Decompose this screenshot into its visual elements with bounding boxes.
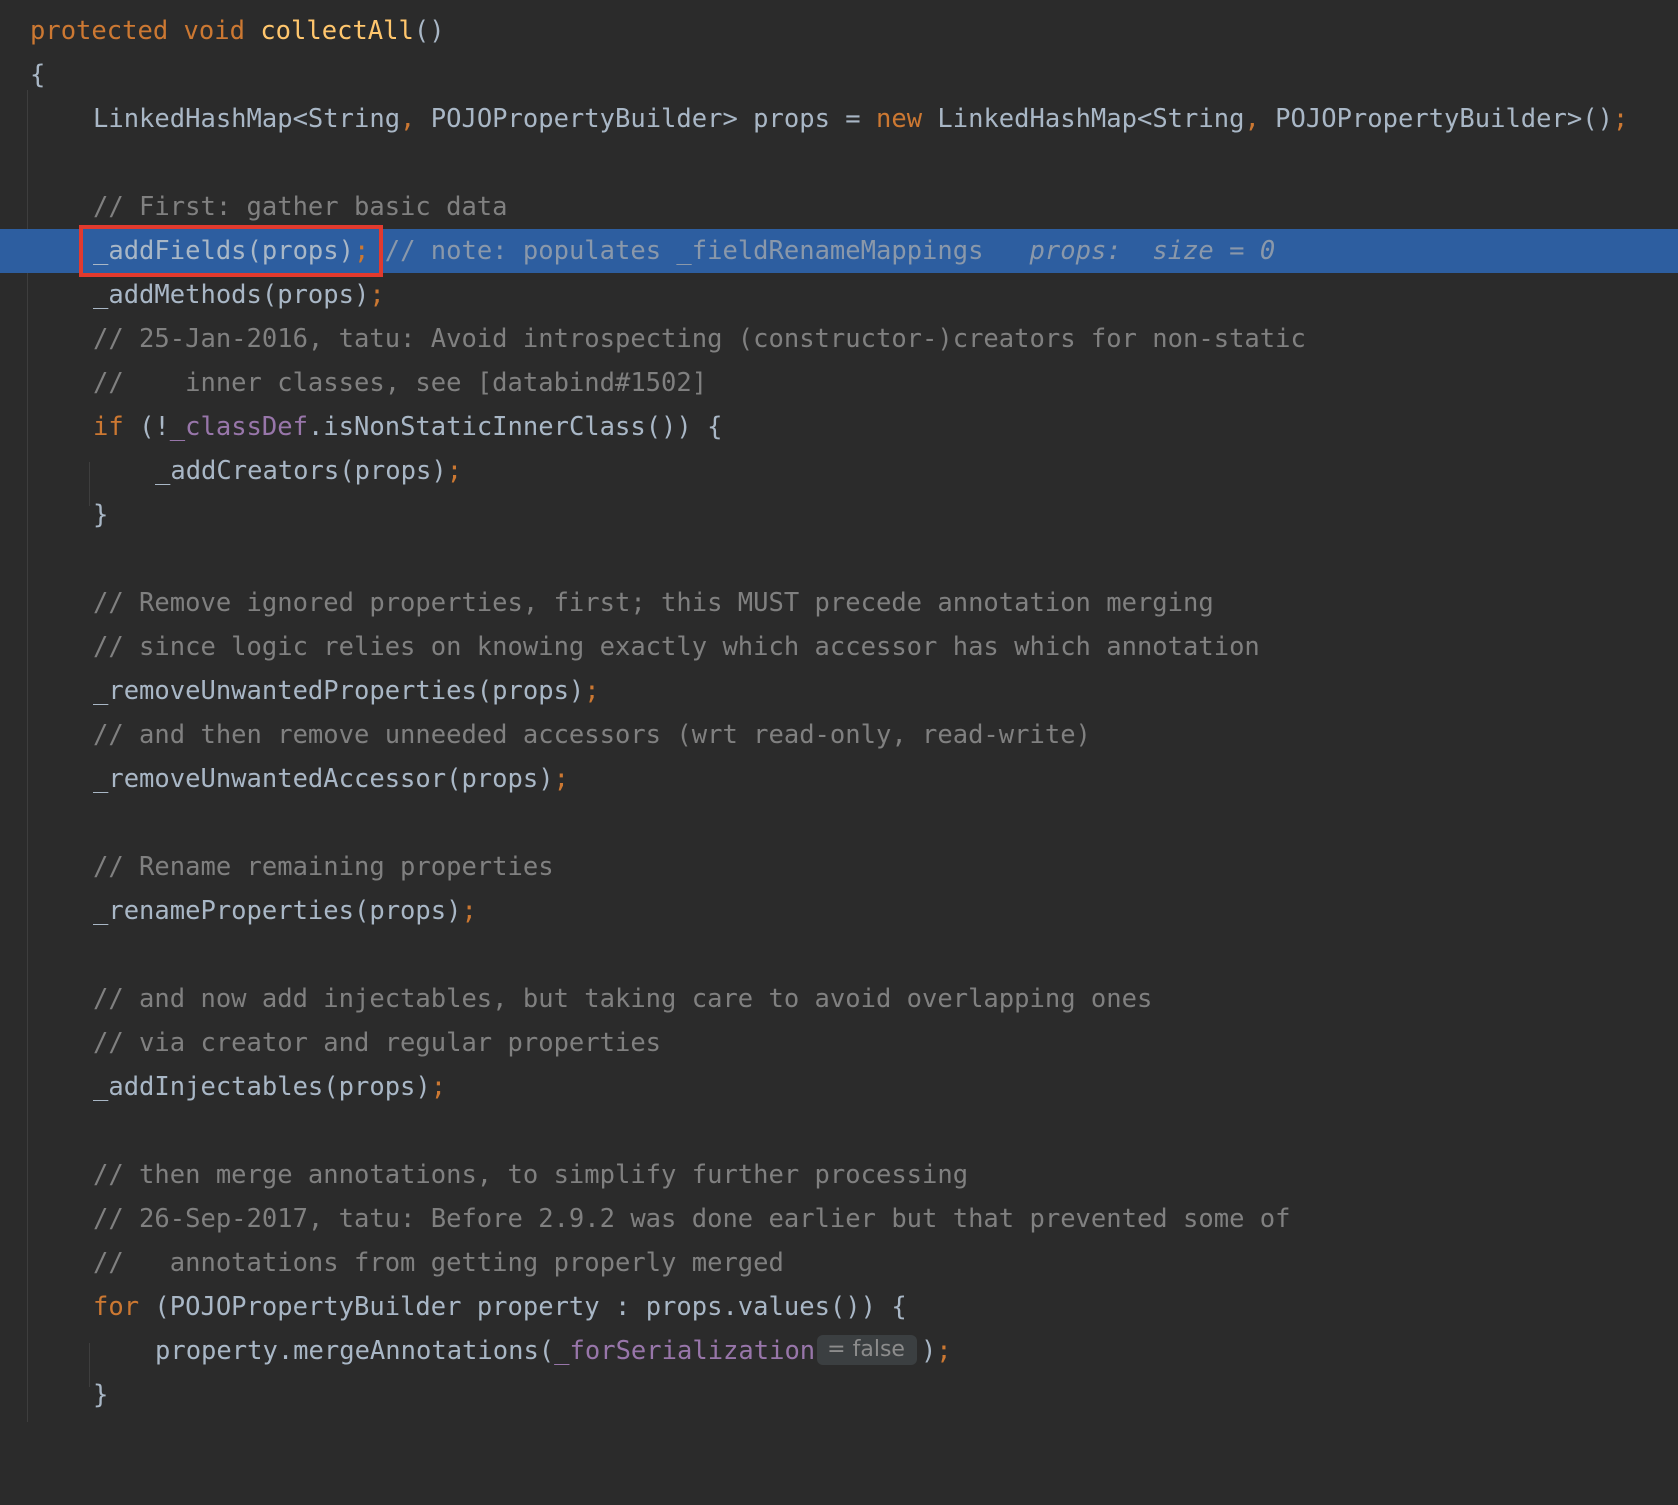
semicolon: ;: [446, 456, 463, 486]
comment: // inner classes, see [databind#1502]: [93, 368, 708, 398]
code-line[interactable]: // First: gather basic data: [0, 185, 1678, 229]
code-text: LinkedHashMap<String: [93, 104, 401, 134]
code-text: POJOPropertyBuilder>(): [1259, 104, 1613, 134]
code-text: _addCreators(props): [155, 456, 447, 486]
semicolon: ;: [430, 1072, 447, 1102]
code-text: (POJOPropertyBuilder property : props.va…: [139, 1292, 907, 1322]
code-line[interactable]: // Rename remaining properties: [0, 845, 1678, 889]
keyword: void: [183, 16, 245, 46]
code-line[interactable]: protected void collectAll(): [0, 9, 1678, 53]
keyword: protected: [30, 16, 169, 46]
code-text: LinkedHashMap<String: [922, 104, 1245, 134]
semicolon: ;: [584, 676, 600, 706]
code-text: (): [413, 16, 445, 46]
inlay-value-hint[interactable]: = false: [817, 1335, 917, 1365]
method-name: collectAll: [260, 16, 414, 46]
semicolon: ;: [936, 1336, 952, 1366]
semicolon: ;: [553, 764, 569, 794]
code-line[interactable]: property.mergeAnnotations(_forSerializat…: [0, 1329, 1678, 1373]
code-line[interactable]: // since logic relies on knowing exactly…: [0, 625, 1678, 669]
code-line[interactable]: // 25-Jan-2016, tatu: Avoid introspectin…: [0, 317, 1678, 361]
brace: }: [93, 1380, 109, 1410]
code-line[interactable]: LinkedHashMap<String, POJOPropertyBuilde…: [0, 97, 1678, 141]
comment: // Rename remaining properties: [93, 852, 554, 882]
code-line[interactable]: // annotations from getting properly mer…: [0, 1241, 1678, 1285]
code-text: POJOPropertyBuilder> props =: [415, 104, 876, 134]
brace: {: [30, 60, 46, 90]
current-execution-line[interactable]: _addFields(props); // note: populates _f…: [0, 229, 1678, 273]
code-line[interactable]: }: [0, 1373, 1678, 1417]
code-text: property.mergeAnnotations(: [155, 1336, 555, 1366]
comment: // via creator and regular properties: [93, 1028, 662, 1058]
comment: // 26-Sep-2017, tatu: Before 2.9.2 was d…: [93, 1204, 1291, 1234]
code-line[interactable]: _removeUnwantedAccessor(props);: [0, 757, 1678, 801]
code-line[interactable]: _addInjectables(props);: [0, 1065, 1678, 1109]
semicolon: ;: [354, 236, 370, 266]
semicolon: ;: [461, 896, 477, 926]
code-line[interactable]: // and then remove unneeded accessors (w…: [0, 713, 1678, 757]
code-line[interactable]: _removeUnwantedProperties(props);: [0, 669, 1678, 713]
code-line[interactable]: // via creator and regular properties: [0, 1021, 1678, 1065]
code-line[interactable]: {: [0, 53, 1678, 97]
code-text: ): [920, 1336, 937, 1366]
code-line[interactable]: // Remove ignored properties, first; thi…: [0, 581, 1678, 625]
comment: // and then remove unneeded accessors (w…: [93, 720, 1091, 750]
code-line[interactable]: // and now add injectables, but taking c…: [0, 977, 1678, 1021]
code-text: _removeUnwantedProperties(props): [93, 676, 585, 706]
comment: // and now add injectables, but taking c…: [93, 984, 1153, 1014]
keyword: if: [93, 412, 124, 442]
comment: // then merge annotations, to simplify f…: [93, 1160, 969, 1190]
code-line[interactable]: }: [0, 493, 1678, 537]
comment: // annotations from getting properly mer…: [93, 1248, 784, 1278]
comment: // note: populates _fieldRenameMappings: [384, 236, 984, 266]
code-line[interactable]: // inner classes, see [databind#1502]: [0, 361, 1678, 405]
comma: ,: [400, 104, 416, 134]
brace: }: [93, 500, 109, 530]
code-text: _addInjectables(props): [93, 1072, 431, 1102]
keyword: new: [875, 104, 923, 134]
code-editor[interactable]: protected void collectAll() { LinkedHash…: [0, 0, 1678, 1422]
keyword: for: [93, 1292, 140, 1322]
field-reference: _classDef: [169, 412, 308, 442]
comment: // Remove ignored properties, first; thi…: [93, 588, 1214, 618]
comment: // First: gather basic data: [93, 192, 508, 222]
semicolon: ;: [1612, 104, 1629, 134]
comment: // 25-Jan-2016, tatu: Avoid introspectin…: [93, 324, 1306, 354]
code-line[interactable]: // 26-Sep-2017, tatu: Before 2.9.2 was d…: [0, 1197, 1678, 1241]
code-line[interactable]: _addMethods(props);: [0, 273, 1678, 317]
code-line[interactable]: _renameProperties(props);: [0, 889, 1678, 933]
comma: ,: [1244, 104, 1260, 134]
code-line[interactable]: if (!_classDef.isNonStaticInnerClass()) …: [0, 405, 1678, 449]
code-text: (!: [123, 412, 170, 442]
code-line[interactable]: // then merge annotations, to simplify f…: [0, 1153, 1678, 1197]
comment: // since logic relies on knowing exactly…: [93, 632, 1260, 662]
code-text: _removeUnwantedAccessor(props): [93, 764, 554, 794]
code-line[interactable]: _addCreators(props);: [0, 449, 1678, 493]
code-text: _addMethods(props): [93, 280, 370, 310]
code-text: _renameProperties(props): [93, 896, 462, 926]
code-text: .isNonStaticInnerClass()) {: [307, 412, 723, 442]
field-reference: _forSerialization: [554, 1336, 816, 1366]
semicolon: ;: [369, 280, 385, 310]
code-line[interactable]: for (POJOPropertyBuilder property : prop…: [0, 1285, 1678, 1329]
inline-debug-value[interactable]: props: size = 0: [1030, 236, 1276, 266]
code-text: _addFields(props): [93, 236, 354, 266]
